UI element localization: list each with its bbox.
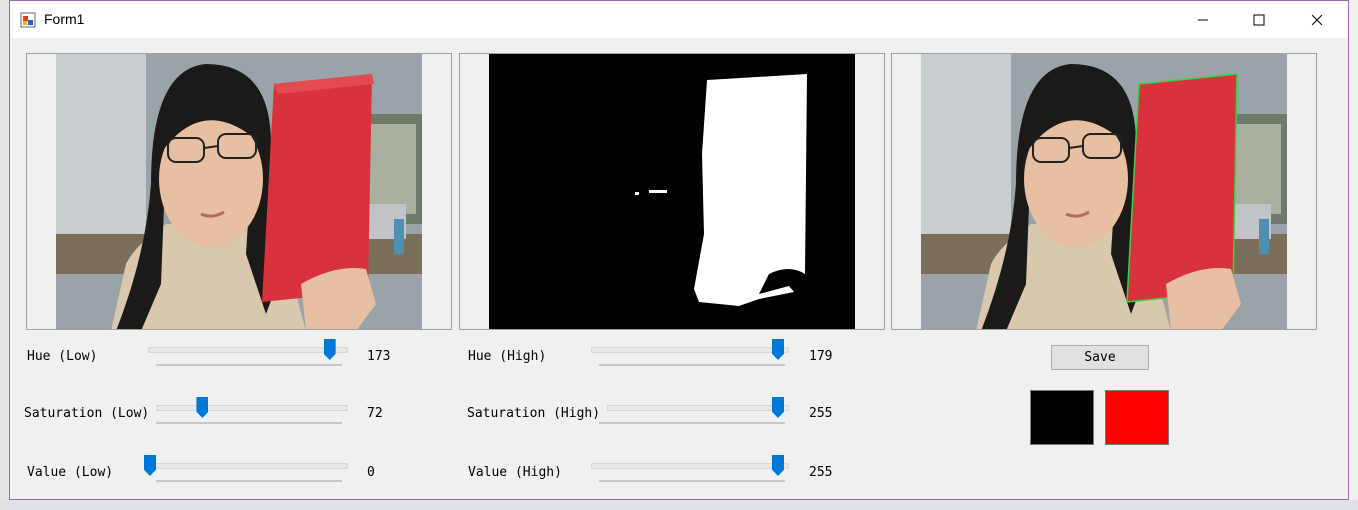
saturation-high-ticks (599, 422, 785, 427)
maximize-button[interactable] (1236, 1, 1282, 38)
value-low-label: Value (Low) (27, 465, 114, 480)
value-low-track[interactable] (150, 463, 348, 469)
result-image-panel (891, 53, 1317, 330)
result-webcam-image (921, 54, 1287, 329)
close-button[interactable] (1294, 1, 1340, 38)
value-high-label: Value (High) (468, 465, 562, 480)
minimize-button[interactable] (1180, 1, 1226, 38)
value-high-ticks (599, 480, 785, 485)
title-bar[interactable]: Form1 (10, 1, 1348, 38)
hue-low-value: 173 (367, 349, 391, 364)
value-low-ticks (156, 480, 342, 485)
value-low-slider-thumb[interactable] (144, 455, 156, 476)
hue-low-label: Hue (Low) (27, 349, 98, 364)
value-high-value: 255 (809, 465, 833, 480)
save-button[interactable]: Save (1051, 345, 1149, 370)
hue-low-ticks (156, 364, 342, 369)
saturation-high-label: Saturation (High) (467, 406, 601, 421)
app-icon (20, 12, 36, 28)
minimize-icon (1198, 19, 1208, 20)
hue-high-slider-thumb[interactable] (772, 339, 784, 360)
saturation-low-track[interactable] (156, 405, 348, 411)
high-color-swatch (1105, 390, 1169, 445)
saturation-high-value: 255 (809, 406, 833, 421)
window-title: Form1 (44, 11, 85, 27)
saturation-high-track[interactable] (607, 405, 789, 411)
background-desktop-strip (0, 500, 1358, 510)
hue-high-track[interactable] (591, 347, 789, 353)
hue-high-label: Hue (High) (468, 349, 547, 364)
hue-low-track[interactable] (148, 347, 348, 353)
hue-high-value: 179 (809, 349, 833, 364)
maximize-icon (1253, 14, 1265, 25)
background-window-edge-right (1348, 0, 1358, 510)
saturation-low-ticks (156, 422, 342, 427)
original-image-panel (26, 53, 452, 330)
saturation-low-slider-thumb[interactable] (196, 397, 209, 418)
binary-mask-image (489, 54, 855, 329)
saturation-low-value: 72 (367, 406, 383, 421)
value-high-track[interactable] (591, 463, 789, 469)
original-webcam-image (56, 54, 422, 329)
hue-low-slider-thumb[interactable] (323, 339, 336, 360)
hue-high-ticks (599, 364, 785, 369)
low-color-swatch (1030, 390, 1094, 445)
value-low-value: 0 (367, 465, 375, 480)
saturation-high-slider-thumb[interactable] (772, 397, 784, 418)
close-icon (1311, 14, 1323, 25)
saturation-low-label: Saturation (Low) (24, 406, 150, 421)
value-high-slider-thumb[interactable] (772, 455, 784, 476)
mask-image-panel (459, 53, 885, 330)
form-window: Form1 Hue (Low) 173 Saturation (Low) 72 … (9, 0, 1349, 500)
